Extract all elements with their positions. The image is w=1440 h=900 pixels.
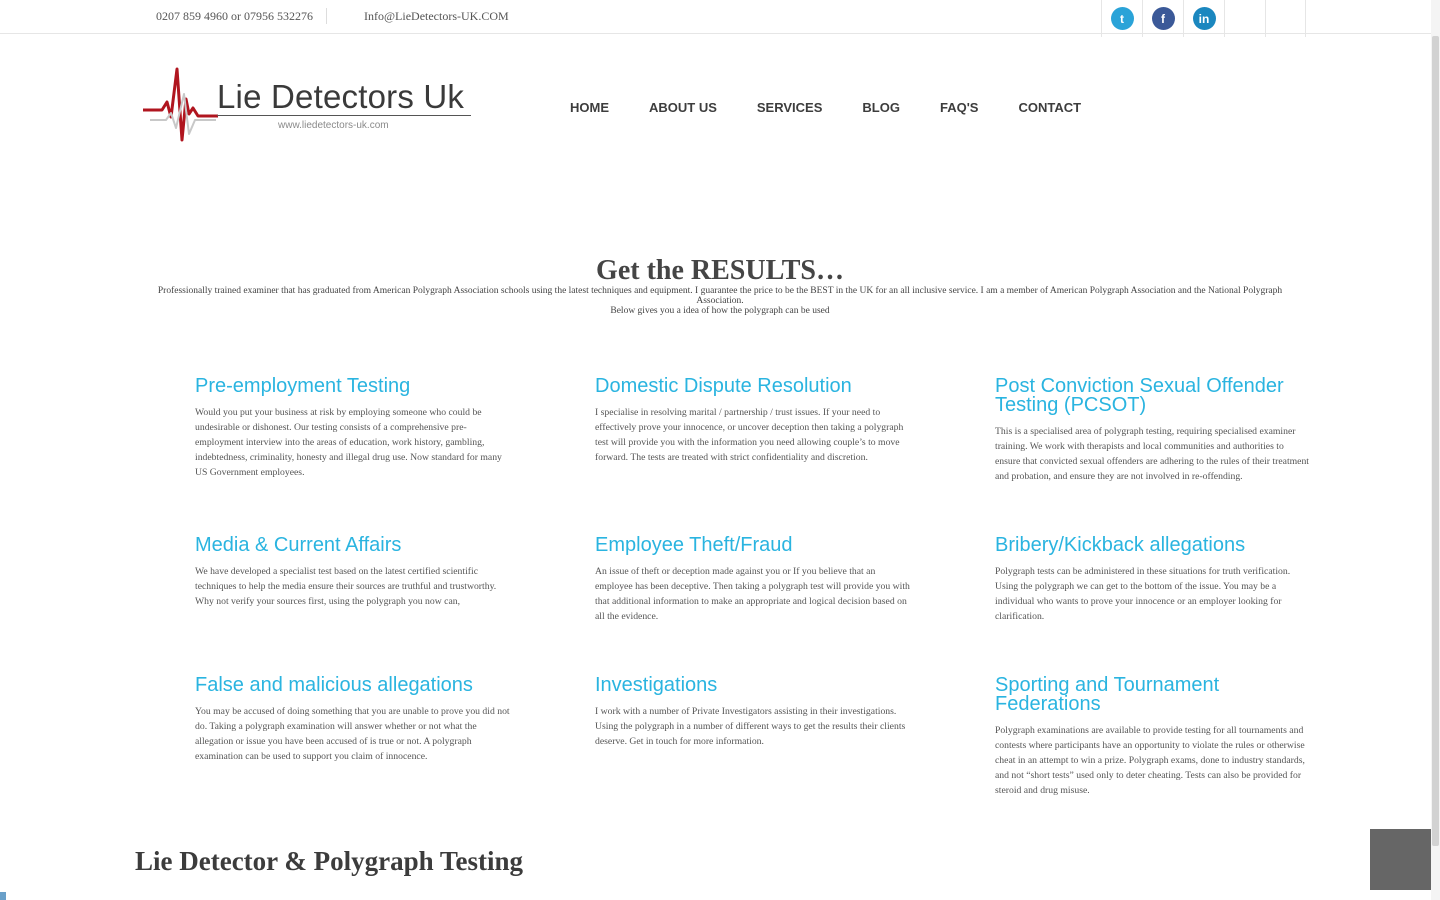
email-link[interactable]: Info@LieDetectors-UK.COM — [364, 9, 509, 24]
service-title[interactable]: False and malicious allegations — [195, 675, 510, 695]
service-title[interactable]: Pre-employment Testing — [195, 376, 510, 396]
social-cell-linkedin[interactable]: in — [1183, 0, 1224, 37]
service-title[interactable]: Employee Theft/Fraud — [595, 535, 910, 555]
service-text: We have developed a specialist test base… — [195, 566, 497, 607]
service-bribery: Bribery/Kickback allegations Polygraph t… — [995, 535, 1310, 624]
scroll-to-top-button[interactable] — [1370, 829, 1431, 890]
service-title[interactable]: Sporting and Tournament Federations — [995, 675, 1310, 714]
service-text: This is a specialised area of polygraph … — [995, 426, 1310, 482]
service-text: An issue of theft or deception made agai… — [595, 566, 910, 622]
corner-widget-icon — [0, 892, 6, 900]
logo-underline — [217, 115, 471, 116]
service-title[interactable]: Post Conviction Sexual Offender Testing … — [995, 376, 1310, 415]
service-employee-theft: Employee Theft/Fraud An issue of theft o… — [595, 535, 910, 624]
social-links: t f in — [1101, 0, 1306, 37]
service-pcsot: Post Conviction Sexual Offender Testing … — [995, 376, 1310, 484]
logo-url: www.liedetectors-uk.com — [278, 120, 389, 131]
phone-number[interactable]: 0207 859 4960 or 07956 532276 — [156, 9, 313, 24]
service-domestic-dispute: Domestic Dispute Resolution I specialise… — [595, 376, 910, 465]
page-scrollbar[interactable] — [1431, 0, 1440, 900]
service-title[interactable]: Investigations — [595, 675, 910, 695]
nav-home[interactable]: HOME — [570, 100, 609, 115]
nav-faqs[interactable]: FAQ'S — [940, 100, 979, 115]
top-bar: 0207 859 4960 or 07956 532276 Info@LieDe… — [0, 0, 1440, 37]
service-title[interactable]: Bribery/Kickback allegations — [995, 535, 1310, 555]
service-text: Would you put your business at risk by e… — [195, 407, 502, 478]
scrollbar-thumb[interactable] — [1432, 36, 1439, 846]
twitter-icon[interactable]: t — [1110, 7, 1134, 30]
facebook-icon[interactable]: f — [1151, 7, 1175, 30]
service-text: I work with a number of Private Investig… — [595, 706, 906, 747]
service-text: I specialise in resolving marital / part… — [595, 407, 904, 463]
linkedin-icon[interactable]: in — [1192, 7, 1216, 30]
service-text: Polygraph tests can be administered in t… — [995, 566, 1291, 622]
nav-about-us[interactable]: ABOUT US — [649, 100, 717, 115]
main-nav: HOME ABOUT US SERVICES BLOG FAQ'S CONTAC… — [570, 100, 1121, 115]
site-logo[interactable]: Lie Detectors Uk www.liedetectors-uk.com — [140, 64, 476, 144]
service-sporting: Sporting and Tournament Federations Poly… — [995, 675, 1310, 798]
logo-name: Lie Detectors Uk — [217, 78, 465, 115]
nav-services[interactable]: SERVICES — [757, 100, 823, 115]
topbar-divider — [326, 8, 327, 24]
social-cell-empty-2 — [1265, 0, 1306, 37]
hero-subtext: Below gives you a idea of how the polygr… — [610, 306, 830, 316]
section-title: Lie Detector & Polygraph Testing — [135, 846, 523, 876]
service-text: Polygraph examinations are available to … — [995, 725, 1305, 796]
nav-blog[interactable]: BLOG — [862, 100, 900, 115]
hero-title: Get the RESULTS… — [596, 255, 844, 286]
service-title[interactable]: Domestic Dispute Resolution — [595, 376, 910, 396]
social-cell-empty-1 — [1224, 0, 1265, 37]
hero-text: Professionally trained examiner that has… — [157, 286, 1283, 306]
heartbeat-logo-icon — [143, 67, 218, 142]
service-false-allegations: False and malicious allegations You may … — [195, 675, 510, 764]
nav-contact[interactable]: CONTACT — [1018, 100, 1081, 115]
social-cell-facebook[interactable]: f — [1142, 0, 1183, 37]
social-cell-twitter[interactable]: t — [1101, 0, 1142, 37]
service-title[interactable]: Media & Current Affairs — [195, 535, 510, 555]
service-pre-employment: Pre-employment Testing Would you put you… — [195, 376, 510, 480]
service-media: Media & Current Affairs We have develope… — [195, 535, 510, 609]
service-text: You may be accused of doing something th… — [195, 706, 510, 762]
service-investigations: Investigations I work with a number of P… — [595, 675, 910, 749]
